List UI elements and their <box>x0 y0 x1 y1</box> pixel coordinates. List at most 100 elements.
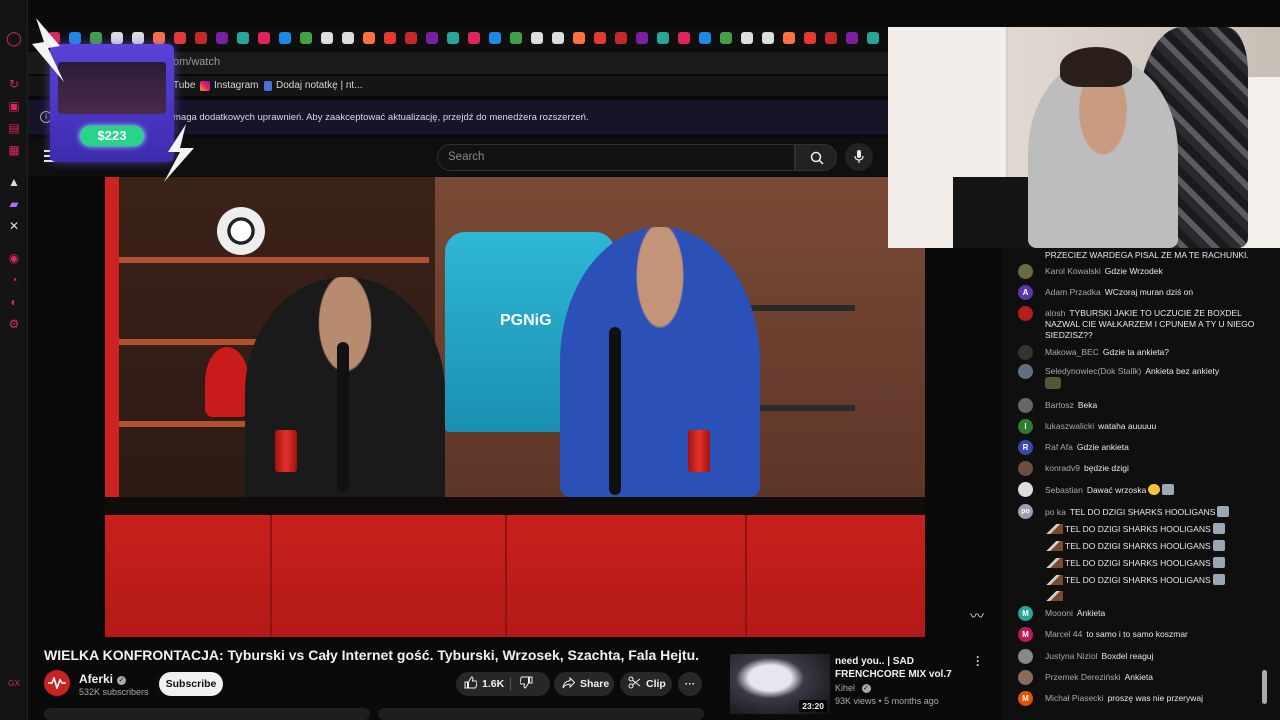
more-actions-button[interactable]: ··· <box>678 672 702 696</box>
chat-username[interactable]: Karol Kowalski <box>1045 266 1101 276</box>
chat-username[interactable]: Przemek Dereziński <box>1045 672 1121 682</box>
tab-favicon-icon[interactable] <box>426 32 438 44</box>
like-button[interactable]: 1.6K <box>464 676 505 690</box>
search-button[interactable] <box>795 144 837 171</box>
tab-favicon-icon[interactable] <box>237 32 249 44</box>
voice-search-button[interactable] <box>845 143 873 171</box>
tab-favicon-icon[interactable] <box>594 32 606 44</box>
shark-icon <box>1212 523 1225 534</box>
chat-username[interactable]: Sebastian <box>1045 485 1083 495</box>
tab-favicon-icon[interactable] <box>867 32 879 44</box>
video-desk-front <box>105 515 925 637</box>
subscribe-button[interactable]: Subscribe <box>159 672 223 696</box>
messenger-icon[interactable]: ▤ <box>6 120 22 136</box>
tab-favicon-icon[interactable] <box>111 32 123 44</box>
tab-favicon-icon[interactable] <box>174 32 186 44</box>
chat-username[interactable]: alosh <box>1045 308 1065 318</box>
x-icon[interactable]: ✕ <box>6 218 22 234</box>
tab-favicon-icon[interactable] <box>846 32 858 44</box>
chat-username[interactable]: Moooni <box>1045 608 1073 618</box>
tab-favicon-icon[interactable] <box>489 32 501 44</box>
tab-favicon-icon[interactable] <box>384 32 396 44</box>
player-icon[interactable]: ◉ <box>6 250 22 266</box>
description-box[interactable] <box>44 708 370 720</box>
chat-username[interactable]: Makowa_BEC <box>1045 347 1099 357</box>
chat-username[interactable]: lukaszwalicki <box>1045 421 1094 431</box>
bubble-icon[interactable]: ◐ <box>6 294 22 310</box>
tab-favicon-icon[interactable] <box>321 32 333 44</box>
tab-favicon-icon[interactable] <box>678 32 690 44</box>
tab-favicon-icon[interactable] <box>216 32 228 44</box>
tab-favicon-icon[interactable] <box>720 32 732 44</box>
clock-icon[interactable]: ◔ <box>6 272 22 288</box>
recommendation-meta: 93K views • 5 months ago <box>835 696 939 706</box>
tab-favicon-icon[interactable] <box>300 32 312 44</box>
history-icon[interactable]: ↻ <box>6 76 22 92</box>
tab-favicon-icon[interactable] <box>510 32 522 44</box>
chat-username[interactable]: konradv9 <box>1045 463 1080 473</box>
video-player[interactable]: PGNiG <box>105 177 925 637</box>
tab-favicon-icon[interactable] <box>573 32 585 44</box>
clip-button[interactable]: Clip <box>620 672 672 696</box>
tab-favicon-icon[interactable] <box>447 32 459 44</box>
tab-favicon-icon[interactable] <box>405 32 417 44</box>
tab-favicon-icon[interactable] <box>552 32 564 44</box>
recommendation-menu-button[interactable]: · · · <box>976 651 980 671</box>
bookmark-notatka[interactable]: Dodaj notatkę | nt... <box>264 80 363 91</box>
recommendation-title[interactable]: need you.. | SAD FRENCHCORE MIX vol.7 <box>835 655 970 681</box>
channel-name[interactable]: Aferki ✓ <box>79 672 127 686</box>
recommendation-thumbnail[interactable]: 23:20 <box>730 654 830 714</box>
tab-favicon-icon[interactable] <box>657 32 669 44</box>
tab-favicon-icon[interactable] <box>762 32 774 44</box>
chat-username[interactable]: po ka <box>1045 507 1066 517</box>
tab-favicon-icon[interactable] <box>615 32 627 44</box>
tab-favicon-icon[interactable] <box>195 32 207 44</box>
recommendation-channel[interactable]: Kihel ✓ <box>835 683 871 693</box>
like-count: 1.6K <box>482 678 505 690</box>
chat-username[interactable]: Raf Afa <box>1045 442 1073 452</box>
tab-favicon-icon[interactable] <box>363 32 375 44</box>
tab-favicon-icon[interactable] <box>468 32 480 44</box>
tab-favicon-icon[interactable] <box>69 32 81 44</box>
tab-favicon-icon[interactable] <box>279 32 291 44</box>
channel-avatar[interactable] <box>44 670 70 696</box>
chat-icon[interactable]: ▦ <box>6 142 22 158</box>
chat-avatar <box>1018 398 1033 413</box>
tab-favicon-icon[interactable] <box>741 32 753 44</box>
video-mic-stand <box>337 342 349 492</box>
chat-text: Ankieta <box>1076 608 1106 618</box>
twitch-icon[interactable]: ▰ <box>6 196 22 212</box>
tab-favicon-icon[interactable] <box>258 32 270 44</box>
opera-logo-icon[interactable]: ◯ <box>6 30 22 46</box>
chat-username[interactable]: Justyna Niziol <box>1045 651 1097 661</box>
tab-favicon-icon[interactable] <box>783 32 795 44</box>
tab-favicon-icon[interactable] <box>132 32 144 44</box>
lightning-bolt-icon <box>164 124 194 182</box>
chat-username[interactable]: Bartosz <box>1045 400 1074 410</box>
tab-favicon-icon[interactable] <box>636 32 648 44</box>
tab-favicon-icon[interactable] <box>531 32 543 44</box>
tab-favicon-icon[interactable] <box>342 32 354 44</box>
share-button[interactable]: Share <box>554 672 614 696</box>
chat-username[interactable]: Adam Przadka <box>1045 287 1101 297</box>
bag-icon[interactable]: ▣ <box>6 98 22 114</box>
chat-scrollbar[interactable] <box>1262 670 1267 704</box>
bookmark-youtube[interactable]: Tube <box>173 80 195 91</box>
chat-username[interactable]: Seledynowiec(Dok Stallk) <box>1045 366 1141 376</box>
tab-favicon-icon[interactable] <box>804 32 816 44</box>
tab-favicon-icon[interactable] <box>699 32 711 44</box>
bookmark-instagram[interactable]: Instagram <box>200 80 258 91</box>
search-input[interactable]: Search <box>437 144 795 171</box>
dislike-button[interactable] <box>520 672 538 696</box>
arc-icon[interactable]: ▲ <box>6 174 22 190</box>
tab-favicon-icon[interactable] <box>825 32 837 44</box>
chat-username[interactable]: Marcel 44 <box>1045 629 1082 639</box>
ambient-mode-icon[interactable]: 〰 <box>970 606 984 626</box>
address-text[interactable]: om/watch <box>173 56 220 68</box>
gx-icon[interactable]: GX <box>6 676 22 692</box>
settings-icon[interactable]: ⚙ <box>6 316 22 332</box>
chat-username[interactable]: Michał Piasecki <box>1045 693 1104 703</box>
description-box[interactable] <box>378 708 704 720</box>
tab-favicon-icon[interactable] <box>90 32 102 44</box>
tab-favicon-icon[interactable] <box>153 32 165 44</box>
